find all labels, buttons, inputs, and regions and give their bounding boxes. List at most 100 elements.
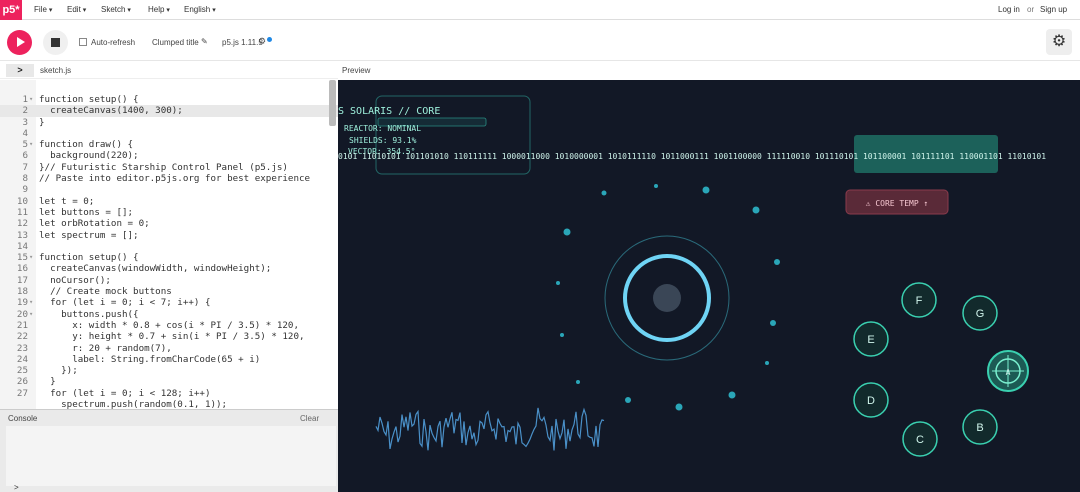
code-line[interactable]: 14 — [0, 241, 338, 252]
file-name[interactable]: sketch.js — [40, 66, 71, 75]
line-text: background(220); — [39, 150, 139, 162]
line-number: 11 — [16, 206, 28, 218]
p5-logo[interactable]: p5* — [0, 0, 22, 20]
line-text: let t = 0; — [39, 195, 95, 207]
line-text: function draw() { — [39, 139, 134, 151]
or-text: or — [1027, 5, 1035, 14]
line-number: 27 — [16, 387, 28, 399]
line-number: 12 — [16, 218, 28, 230]
pencil-icon[interactable]: ✎ — [201, 37, 208, 46]
code-line[interactable]: 21 x: width * 0.8 + cos(i * PI / 3.5) * … — [0, 320, 338, 331]
code-line[interactable]: 6 background(220); — [0, 150, 338, 161]
line-number: 20 — [16, 308, 28, 320]
orbit-dot — [625, 397, 631, 403]
code-line[interactable]: 16 createCanvas(windowWidth, windowHeigh… — [0, 263, 338, 274]
console-panel: Console Clear — [0, 409, 338, 492]
fold-arrow-icon[interactable]: ▾ — [29, 309, 33, 320]
code-line[interactable]: 10 let t = 0; — [0, 196, 338, 207]
code-line[interactable]: 20 ▾ buttons.push({ — [0, 309, 338, 320]
line-number: 17 — [16, 274, 28, 286]
line-number: 4 — [22, 127, 28, 139]
code-line[interactable]: 7 }// Futuristic Starship Control Panel (… — [0, 162, 338, 173]
console-clear-button[interactable]: Clear — [300, 414, 319, 423]
line-text: }); — [39, 365, 78, 377]
code-line[interactable]: 8 // Paste into editor.p5js.org for best … — [0, 173, 338, 184]
line-text: spectrum.push(random(0.1, 1)); — [39, 399, 228, 409]
orbit-dot — [560, 333, 564, 337]
code-line[interactable]: 17 noCursor(); — [0, 275, 338, 286]
menu-sketch[interactable]: Sketch — [101, 5, 131, 14]
code-line[interactable]: 1 ▾ function setup() { — [0, 94, 338, 105]
control-buttons: B C D E F G — [853, 282, 998, 457]
code-line[interactable]: 2 createCanvas(1400, 300); — [0, 105, 338, 117]
line-text: createCanvas(windowWidth, windowHeight); — [39, 263, 272, 275]
code-editor[interactable]: 1 ▾ function setup() {2 createCanvas(1400,… — [0, 80, 338, 409]
code-line[interactable]: 25 }); — [0, 365, 338, 376]
code-line[interactable]: 26 } — [0, 376, 338, 387]
code-line[interactable]: 11 let buttons = []; — [0, 207, 338, 218]
menu-help[interactable]: Help — [148, 5, 170, 14]
editor-scrollbar[interactable] — [329, 80, 336, 126]
line-number: 18 — [16, 286, 28, 298]
line-number: 2 — [22, 105, 28, 117]
fold-arrow-icon[interactable]: ▾ — [29, 297, 33, 308]
sketch-title[interactable]: Clumped title — [152, 38, 199, 47]
line-number: 22 — [16, 331, 28, 343]
orbit-dot — [576, 380, 580, 384]
line-text: y: height * 0.7 + sin(i * PI / 3.5) * 12… — [39, 331, 305, 343]
control-button-label: B — [976, 422, 983, 434]
console-prompt[interactable]: > — [14, 483, 19, 492]
reactor-status: REACTOR: NOMINAL — [344, 124, 421, 133]
code-line[interactable]: 13 let spectrum = []; — [0, 230, 338, 241]
line-text: }// Futuristic Starship Control Panel (p… — [39, 161, 288, 173]
play-button[interactable] — [7, 30, 32, 55]
version-label[interactable]: p5.js 1.11.5 — [222, 38, 263, 47]
crosshair-label: A — [1006, 368, 1011, 377]
line-number: 7 — [22, 161, 28, 173]
code-line[interactable]: 23 r: 20 + random(7), — [0, 343, 338, 354]
orbit-dot — [654, 184, 658, 188]
code-line[interactable]: 5 ▾ function draw() { — [0, 139, 338, 150]
fold-arrow-icon[interactable]: ▾ — [29, 252, 33, 263]
orb-core — [653, 284, 681, 312]
code-line[interactable]: 22 y: height * 0.7 + sin(i * PI / 3.5) *… — [0, 331, 338, 342]
line-number: 24 — [16, 353, 28, 365]
shields-status: SHIELDS: 93.1% — [349, 136, 417, 145]
code-line[interactable]: 24 label: String.fromCharCode(65 + i) — [0, 354, 338, 365]
menu-file[interactable]: File — [34, 5, 52, 14]
code-line[interactable]: 15 ▾ function setup() { — [0, 252, 338, 263]
settings-gear-icon[interactable]: ⚙ — [1046, 29, 1072, 55]
line-text: let orbRotation = 0; — [39, 218, 150, 230]
line-text: for (let i = 0; i < 128; i++) — [39, 387, 211, 399]
code-lines[interactable]: 1 ▾ function setup() {2 createCanvas(1400,… — [0, 94, 338, 409]
code-line[interactable]: 18 // Create mock buttons — [0, 286, 338, 297]
version-update-dot — [267, 37, 272, 42]
auto-refresh-checkbox[interactable] — [79, 38, 87, 46]
line-number: 21 — [16, 319, 28, 331]
code-line[interactable]: 9 — [0, 184, 338, 195]
auto-refresh-label: Auto-refresh — [91, 38, 136, 47]
code-line[interactable]: 12 let orbRotation = 0; — [0, 218, 338, 229]
code-line[interactable]: spectrum.push(random(0.1, 1)); — [0, 399, 338, 409]
login-link[interactable]: Log in — [998, 5, 1020, 14]
fold-arrow-icon[interactable]: ▾ — [29, 94, 33, 105]
orbit-dot — [728, 391, 736, 399]
line-number: 13 — [16, 229, 28, 241]
core-temp-alert-label: ⚠ CORE TEMP ↑ — [866, 199, 929, 208]
menu-language[interactable]: English — [184, 5, 216, 14]
preview-canvas[interactable]: S SOLARIS // CORE REACTOR: NOMINAL SHIEL… — [338, 80, 1080, 492]
menu-edit[interactable]: Edit — [67, 5, 86, 14]
line-text: noCursor(); — [39, 274, 111, 286]
code-line[interactable]: 19 ▾ for (let i = 0; i < 7; i++) { — [0, 297, 338, 308]
line-text: createCanvas(1400, 300); — [39, 105, 183, 117]
line-number: 15 — [16, 252, 28, 264]
control-button-label: D — [867, 395, 875, 407]
code-line[interactable]: 4 — [0, 128, 338, 139]
stop-button[interactable] — [43, 30, 68, 55]
code-line[interactable]: 27 for (let i = 0; i < 128; i++) — [0, 388, 338, 399]
sidebar-toggle-button[interactable]: > — [6, 64, 34, 77]
signup-link[interactable]: Sign up — [1040, 5, 1067, 14]
fold-arrow-icon[interactable]: ▾ — [29, 139, 33, 150]
line-text: // Paste into editor.p5js.org for best e… — [39, 173, 311, 185]
code-line[interactable]: 3} — [0, 117, 338, 128]
